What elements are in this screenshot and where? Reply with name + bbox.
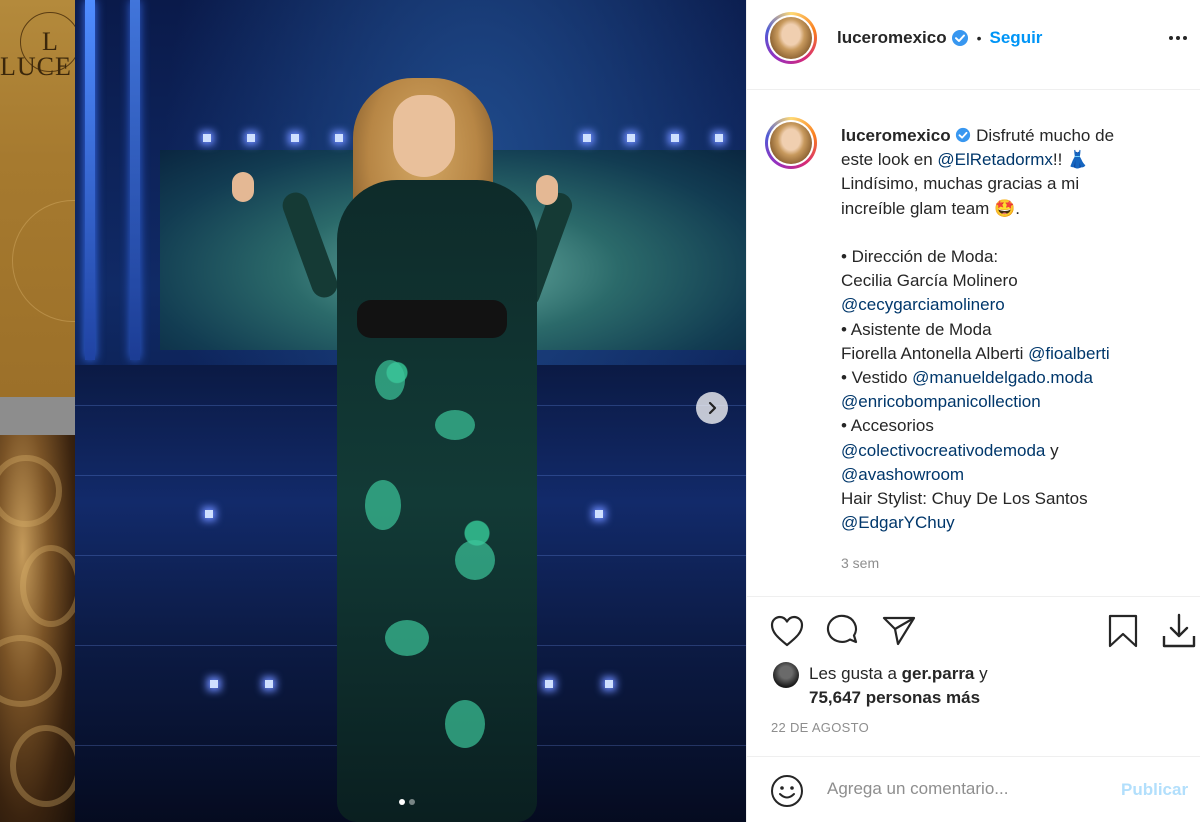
mention-link[interactable]: @manueldelgado.moda: [912, 368, 1093, 387]
background-brand-panel: L LUCE: [0, 0, 75, 397]
carousel-dot: [399, 799, 405, 805]
heart-icon[interactable]: [769, 614, 805, 648]
bookmark-icon[interactable]: [1107, 613, 1139, 649]
belt: [357, 300, 507, 338]
post-caption: luceromexico Disfruté mucho de este look…: [841, 126, 1115, 533]
caption-avatar[interactable]: [765, 117, 817, 169]
share-icon[interactable]: [881, 614, 917, 648]
liker-avatar[interactable]: [773, 662, 799, 688]
mention-link[interactable]: @fioalberti: [1028, 344, 1110, 363]
background-hair-image: [0, 435, 75, 822]
post-header: luceromexico • Seguir: [747, 0, 1200, 90]
separator: •: [976, 30, 982, 46]
chevron-right-icon: [708, 401, 717, 415]
download-icon[interactable]: [1161, 612, 1197, 650]
avatar[interactable]: [765, 12, 817, 64]
mention-link[interactable]: @cecygarciamolinero: [841, 295, 1005, 314]
carousel-dot: [409, 799, 415, 805]
likes-count[interactable]: 75,647 personas más: [809, 688, 980, 707]
header-username[interactable]: luceromexico: [837, 28, 947, 48]
mention-link[interactable]: @colectivocreativodemoda: [841, 441, 1045, 460]
mention-link[interactable]: @avashowroom: [841, 465, 964, 484]
mention-link[interactable]: @ElRetadormx: [937, 150, 1053, 169]
next-image-button[interactable]: [696, 392, 728, 424]
likes-summary: Les gusta a ger.parra y 75,647 personas …: [809, 664, 988, 707]
verified-icon: [956, 127, 971, 143]
post-image[interactable]: [75, 0, 746, 822]
brand-text: LUCE: [0, 52, 72, 81]
follow-button[interactable]: Seguir: [990, 28, 1043, 48]
post-date: 22 DE AGOSTO: [771, 720, 870, 735]
liker-username[interactable]: ger.parra: [902, 664, 975, 683]
mention-link[interactable]: @enricobompanicollection: [841, 392, 1041, 411]
post-time-ago[interactable]: 3 sem: [841, 555, 879, 571]
verified-icon: [951, 30, 968, 46]
more-icon[interactable]: [1169, 36, 1187, 40]
carousel-indicator: [399, 799, 415, 805]
caption-username[interactable]: luceromexico: [841, 126, 951, 145]
post-details-panel: luceromexico • Seguir luceromexico Disfr…: [746, 0, 1200, 822]
emoji-icon[interactable]: [769, 773, 805, 809]
comment-input[interactable]: [825, 778, 1109, 800]
comment-icon[interactable]: [825, 614, 861, 648]
publish-button[interactable]: Publicar: [1121, 780, 1188, 800]
mention-link[interactable]: @EdgarYChuy: [841, 513, 955, 532]
background-left: L LUCE: [0, 0, 75, 822]
